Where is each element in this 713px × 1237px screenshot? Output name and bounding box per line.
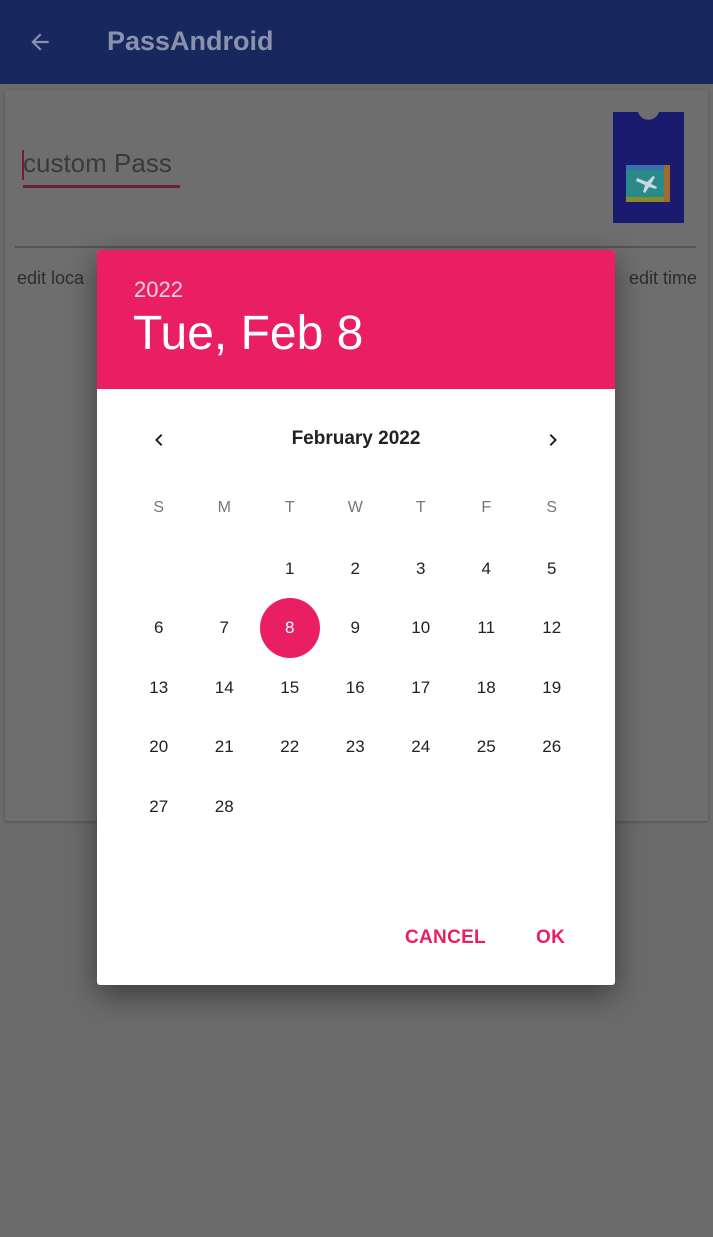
calendar-day[interactable]: 13 (126, 658, 192, 718)
day-number: 25 (476, 737, 496, 757)
empty-day-cell (519, 777, 585, 837)
calendar-day[interactable]: 27 (126, 777, 192, 837)
day-number: 14 (214, 677, 234, 697)
calendar-week-row: 27 28 (126, 777, 585, 837)
day-number: 6 (154, 618, 164, 638)
calendar-day[interactable]: 26 (519, 718, 585, 778)
empty-day-cell (126, 539, 192, 599)
calendar-day[interactable]: 24 (388, 718, 454, 778)
app-bar: PassAndroid (0, 0, 713, 84)
calendar-day[interactable]: 11 (454, 599, 520, 659)
calendar-week-row: 13 14 15 16 17 18 19 (126, 658, 585, 718)
calendar-day[interactable]: 2 (323, 539, 389, 599)
calendar-day[interactable]: 20 (126, 718, 192, 778)
day-number: 10 (411, 618, 431, 638)
day-number: 3 (416, 558, 426, 578)
day-number: 18 (476, 677, 496, 697)
calendar-day[interactable]: 6 (126, 599, 192, 659)
date-picker-dialog: 2022 Tue, Feb 8 February 2022 S M T W T … (97, 250, 615, 985)
calendar-week-row: 6 7 8 9 10 11 12 (126, 598, 585, 659)
calendar-day[interactable]: 22 (257, 718, 323, 778)
calendar-day[interactable]: 15 (257, 658, 323, 718)
calendar-day[interactable]: 4 (454, 539, 520, 599)
weekday-label: T (284, 499, 295, 516)
day-number: 13 (149, 677, 169, 697)
day-number: 21 (214, 737, 234, 757)
empty-day-cell (323, 777, 389, 837)
day-number: 24 (411, 737, 431, 757)
chevron-right-icon (549, 434, 557, 446)
calendar-day[interactable]: 5 (519, 539, 585, 599)
day-number: 11 (477, 618, 496, 638)
empty-day-cell (192, 539, 258, 599)
divider (15, 246, 696, 248)
weekday-label: M (217, 499, 231, 516)
calendar-day[interactable]: 3 (388, 539, 454, 599)
edit-location-button[interactable]: edit loca (17, 268, 84, 289)
calendar-day-selected[interactable]: 8 (257, 598, 323, 659)
app-title: PassAndroid (107, 26, 274, 56)
cancel-button[interactable]: CANCEL (405, 927, 486, 949)
calendar-day[interactable]: 10 (388, 599, 454, 659)
arrow-left-icon (31, 33, 49, 51)
header-date[interactable]: Tue, Feb 8 (133, 306, 363, 361)
day-number: 15 (280, 677, 300, 697)
day-number: 7 (219, 618, 229, 638)
calendar-day[interactable]: 12 (519, 599, 585, 659)
calendar-day[interactable]: 1 (257, 539, 323, 599)
day-number: 2 (350, 558, 360, 578)
day-number: 28 (214, 796, 234, 816)
weekday-header-row: S M T W T F S (126, 477, 585, 539)
empty-day-cell (257, 777, 323, 837)
weekday-label: F (481, 499, 492, 516)
calendar-day[interactable]: 28 (192, 777, 258, 837)
date-picker-header: 2022 Tue, Feb 8 (97, 250, 615, 389)
airplane-ticket-icon[interactable] (613, 112, 684, 223)
day-number: 23 (345, 737, 365, 757)
calendar-day[interactable]: 25 (454, 718, 520, 778)
day-number: 16 (345, 677, 365, 697)
calendar-day[interactable]: 19 (519, 658, 585, 718)
back-button[interactable] (20, 22, 60, 62)
calendar-day[interactable]: 9 (323, 599, 389, 659)
calendar-day[interactable]: 14 (192, 658, 258, 718)
weekday-label: S (153, 499, 165, 516)
next-month-button[interactable] (531, 418, 575, 462)
calendar-week-row: 20 21 22 23 24 25 26 (126, 718, 585, 778)
day-number: 9 (350, 618, 360, 638)
day-number: 22 (280, 737, 300, 757)
day-number: 26 (542, 737, 562, 757)
calendar-grid: S M T W T F S 1 2 3 4 5 6 7 8 9 10 11 12 13 14 15 16 17 1… (126, 477, 585, 837)
header-year[interactable]: 2022 (134, 277, 183, 303)
day-number: 17 (411, 677, 431, 697)
empty-day-cell (388, 777, 454, 837)
calendar-day[interactable]: 21 (192, 718, 258, 778)
calendar-day[interactable]: 16 (323, 658, 389, 718)
edit-time-button[interactable]: edit time (629, 268, 697, 289)
weekday-label: S (546, 499, 558, 516)
day-number: 12 (542, 618, 562, 638)
pass-name-input[interactable]: custom Pass (22, 148, 180, 188)
day-number: 1 (285, 558, 295, 578)
day-number: 4 (481, 558, 491, 578)
ok-button[interactable]: OK (536, 927, 565, 949)
calendar-day[interactable]: 18 (454, 658, 520, 718)
day-number: 19 (542, 677, 562, 697)
calendar-day[interactable]: 7 (192, 599, 258, 659)
day-number: 20 (149, 737, 169, 757)
weekday-label: W (347, 499, 363, 516)
calendar-day[interactable]: 17 (388, 658, 454, 718)
pass-name-value: custom Pass (23, 148, 172, 178)
day-number: 8 (285, 618, 295, 638)
text-cursor (22, 150, 24, 180)
empty-day-cell (454, 777, 520, 837)
day-number: 5 (547, 558, 557, 578)
weekday-label: T (415, 499, 426, 516)
calendar-day[interactable]: 23 (323, 718, 389, 778)
calendar-week-row: 1 2 3 4 5 (126, 539, 585, 599)
day-number: 27 (149, 796, 169, 816)
